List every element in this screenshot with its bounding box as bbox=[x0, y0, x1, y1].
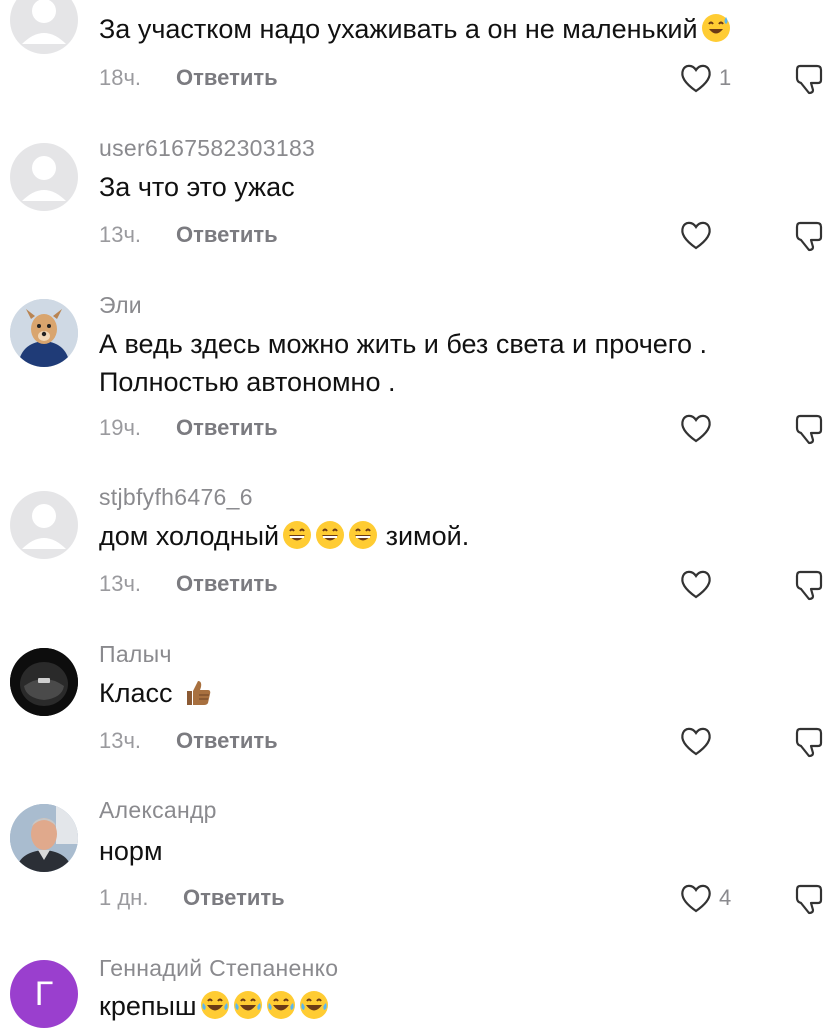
grinning-emoji-icon bbox=[316, 521, 345, 549]
sweat-smile-emoji-icon bbox=[701, 14, 730, 42]
comment-time: 18ч. bbox=[99, 65, 142, 90]
dislike-icon[interactable] bbox=[790, 217, 826, 253]
comment-time: 13ч. bbox=[99, 222, 142, 247]
comment-text-part: зимой. bbox=[378, 521, 470, 551]
dislike-icon[interactable] bbox=[790, 60, 826, 96]
comment-text-part: дом холодный bbox=[99, 521, 280, 551]
heart-icon[interactable] bbox=[678, 410, 714, 446]
avatar[interactable] bbox=[10, 143, 78, 211]
helmet-avatar-icon bbox=[10, 648, 78, 716]
joy-emoji-icon bbox=[233, 991, 262, 1019]
dog-avatar-icon bbox=[10, 299, 78, 367]
like-count: 1 bbox=[719, 65, 732, 90]
dislike-icon[interactable] bbox=[790, 723, 826, 759]
comment-text-part: крепыш bbox=[99, 991, 197, 1021]
heart-icon[interactable] bbox=[678, 217, 714, 253]
person-avatar-icon bbox=[10, 804, 78, 872]
comment-text: А ведь здесь можно жить и без света и пр… bbox=[99, 325, 799, 401]
avatar[interactable] bbox=[10, 0, 78, 54]
username[interactable]: Александр bbox=[99, 797, 217, 824]
default-avatar-icon bbox=[22, 504, 66, 549]
comment-text: крепыш bbox=[99, 987, 799, 1025]
comment-text: дом холодный зимой. bbox=[99, 517, 799, 555]
comment-text-part: Класс bbox=[99, 678, 173, 708]
username[interactable]: stjbfyfh6476_6 bbox=[99, 484, 253, 511]
avatar[interactable] bbox=[10, 804, 78, 872]
joy-emoji-icon bbox=[299, 991, 328, 1019]
avatar[interactable] bbox=[10, 491, 78, 559]
username[interactable]: Эли bbox=[99, 292, 142, 319]
heart-icon[interactable] bbox=[678, 60, 714, 96]
comment-time: 1 дн. bbox=[99, 885, 149, 910]
comment-time: 13ч. bbox=[99, 571, 142, 596]
dislike-icon[interactable] bbox=[790, 880, 826, 916]
comment-time: 19ч. bbox=[99, 415, 142, 440]
comment-text: Класс bbox=[99, 674, 799, 712]
comment-text-line: А ведь здесь можно жить и без света и пр… bbox=[99, 329, 708, 359]
reply-button[interactable]: Ответить bbox=[176, 65, 278, 91]
reply-button[interactable]: Ответить bbox=[176, 728, 278, 754]
reply-button[interactable]: Ответить bbox=[183, 885, 285, 911]
username[interactable]: user6167582303183 bbox=[99, 135, 315, 162]
joy-emoji-icon bbox=[200, 991, 229, 1019]
reply-button[interactable]: Ответить bbox=[176, 415, 278, 441]
heart-icon[interactable] bbox=[678, 566, 714, 602]
username[interactable]: Палыч bbox=[99, 641, 172, 668]
grinning-emoji-icon bbox=[349, 521, 378, 549]
thumbs-up-emoji-icon bbox=[187, 681, 211, 705]
like-count: 4 bbox=[719, 885, 732, 910]
default-avatar-icon bbox=[22, 156, 66, 201]
reply-button[interactable]: Ответить bbox=[176, 222, 278, 248]
avatar[interactable]: Г bbox=[10, 960, 78, 1028]
reply-button[interactable]: Ответить bbox=[176, 571, 278, 597]
comment-text-line: Полностью автономно . bbox=[99, 367, 396, 397]
username[interactable]: Геннадий Степаненко bbox=[99, 955, 338, 982]
comment-text: За что это ужас bbox=[99, 172, 295, 202]
avatar[interactable] bbox=[10, 648, 78, 716]
avatar[interactable] bbox=[10, 299, 78, 367]
comment-text: За участком надо ухаживать а он не мален… bbox=[99, 10, 799, 48]
comment-text: норм bbox=[99, 836, 163, 866]
comment-time: 13ч. bbox=[99, 728, 142, 753]
heart-icon[interactable] bbox=[678, 723, 714, 759]
default-avatar-icon bbox=[22, 0, 66, 44]
dislike-icon[interactable] bbox=[790, 410, 826, 446]
joy-emoji-icon bbox=[266, 991, 295, 1019]
dislike-icon[interactable] bbox=[790, 566, 826, 602]
heart-icon[interactable] bbox=[678, 880, 714, 916]
grinning-emoji-icon bbox=[283, 521, 312, 549]
